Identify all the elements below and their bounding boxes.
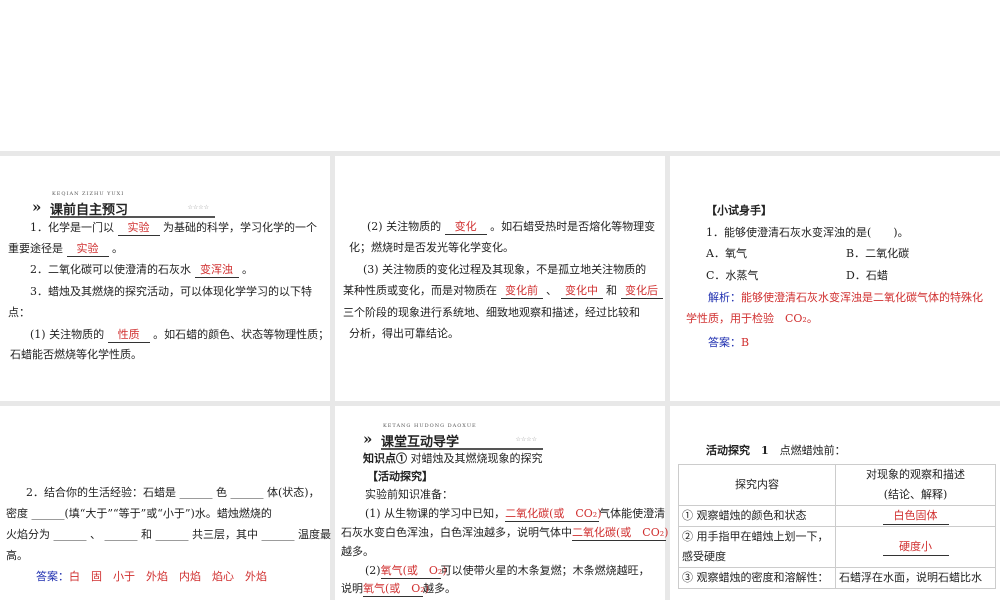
slide-preview-6[interactable]: 活动探究 1 点燃蜡烛前： 探究内容 对现象的观察和描述 (结论、解释) ① 观察蜡… xyxy=(670,406,1000,600)
q3-1-cont: 石蜡能否燃烧等化学性质。 xyxy=(10,348,142,361)
activity-title: 【活动探究】 xyxy=(367,470,433,483)
table-row: ② 用手指甲在蜡烛上划一下， 感受硬度 硬度小 xyxy=(678,526,996,568)
line4: 高。 xyxy=(6,549,28,562)
line2: 化；燃烧时是否发光等化学变化。 xyxy=(349,241,514,254)
option-b: B．二氧化碳 xyxy=(846,247,910,260)
table-row: ① 观察蜡烛的颜色和状态 白色固体 xyxy=(678,505,996,527)
analysis-cont: 学性质，用于检验 CO₂。 xyxy=(686,312,818,325)
section-title: 【小试身手】 xyxy=(706,204,772,217)
line6: 分析，得出可靠结论。 xyxy=(349,327,459,340)
section-header: » KETANG HUDONG DAOXUE 课堂互动导学 ☆☆☆☆ xyxy=(363,423,543,450)
analysis: 解析：能够使澄清石灰水变浑浊是二氧化碳气体的特殊化 xyxy=(708,291,983,304)
cell: 石蜡浮在水面，说明石蜡比水 xyxy=(835,567,996,589)
q1-line2: 重要途径是 实验 。 xyxy=(8,242,123,257)
table-header: 对现象的观察和描述 (结论、解释) xyxy=(835,464,996,506)
answer: 答案：B xyxy=(708,336,750,349)
chevron-icon: » xyxy=(32,198,42,216)
line5: 三个阶段的现象进行系统地、细致地观察和描述，经过比较和 xyxy=(343,306,640,319)
section-header: » KEQIAN ZIZHU YUXI 课前自主预习 ☆☆☆☆ xyxy=(32,191,215,218)
line2: 密度 ______(填“大于”“等于”或“小于”)水。蜡烛燃烧的 xyxy=(6,507,272,520)
line1: (1) 从生物课的学习中已知，二氧化碳(或 CO₂)气体能使澄清 xyxy=(365,507,666,522)
q1-line1: 1．化学是一门以 实验 为基础的科学，学习化学的一个 xyxy=(30,221,317,236)
header-pinyin: KEQIAN ZIZHU YUXI xyxy=(52,191,125,197)
knowledge-point: 知识点① 对蜡烛及其燃烧现象的探究 xyxy=(363,452,543,465)
option-d: D．石蜡 xyxy=(846,269,888,282)
stars: ☆☆☆☆ xyxy=(515,436,537,443)
line3: 越多。 xyxy=(341,545,374,558)
table-row: ③ 观察蜡烛的密度和溶解性： 石蜡浮在水面，说明石蜡比水 xyxy=(678,567,996,589)
slide-preview-4[interactable]: 2．结合你的生活经验：石蜡是 ______ 色 ______ 体(状态)， 密度… xyxy=(0,406,331,600)
q3-line1: 3．蜡烛及其燃烧的探究活动，可以体现化学学习的以下特 xyxy=(30,285,312,298)
chevron-icon: » xyxy=(363,430,373,448)
answer: 白色固体 xyxy=(882,508,949,525)
option-c: C．水蒸气 xyxy=(706,269,759,282)
header-pinyin: KETANG HUDONG DAOXUE xyxy=(383,423,477,429)
answer: 答案：白 固 小于 外焰 内焰 焰心 外焰 xyxy=(36,570,267,583)
prep: 实验前知识准备： xyxy=(365,488,453,501)
answer: 硬度小 xyxy=(882,539,949,556)
slide-preview-2[interactable]: (2) 关注物质的 变化 。如石蜡受热时是否熔化等物理变 化；燃烧时是否发光等化… xyxy=(335,156,665,401)
line4: (2)氧气(或 O₂)可以使带火星的木条复燃；木条燃烧越旺， xyxy=(365,564,650,579)
activity-title: 活动探究 1 点燃蜡烛前： xyxy=(706,444,846,457)
observation-table: 探究内容 对现象的观察和描述 (结论、解释) ① 观察蜡烛的颜色和状态 白色固体 ② … xyxy=(678,464,996,589)
cell: ① 观察蜡烛的颜色和状态 xyxy=(678,505,836,527)
q3-1: (1) 关注物质的 性质 。如石蜡的颜色、状态等物理性质； xyxy=(30,328,330,343)
question: 1．能够使澄清石灰水变浑浊的是( )。 xyxy=(706,226,909,239)
table-header: 探究内容 xyxy=(678,464,836,506)
stars: ☆☆☆☆ xyxy=(187,204,209,211)
line3: 火焰分为 ______ 、 ______ 和 ______ 共三层，其中 ___… xyxy=(6,528,331,541)
line1: 2．结合你的生活经验：石蜡是 ______ 色 ______ 体(状态)， xyxy=(26,486,320,499)
cell: ② 用手指甲在蜡烛上划一下， 感受硬度 xyxy=(678,526,836,568)
line2: 石灰水变白色浑浊，白色浑浊越多，说明气体中二氧化碳(或 CO₂) xyxy=(341,526,669,541)
q2: 2．二氧化碳可以使澄清的石灰水 变浑浊 。 xyxy=(30,263,253,278)
slide-preview-5[interactable]: » KETANG HUDONG DAOXUE 课堂互动导学 ☆☆☆☆ 知识点① … xyxy=(335,406,669,600)
line4: 某种性质或变化，而是对物质在 变化前 、 变化中 和 变化后 xyxy=(343,284,663,299)
cell: ③ 观察蜡烛的密度和溶解性： xyxy=(678,567,836,589)
slide-preview-1[interactable]: » KEQIAN ZIZHU YUXI 课前自主预习 ☆☆☆☆ 1．化学是一门以… xyxy=(0,156,330,401)
option-a: A．氧气 xyxy=(706,247,747,260)
line3: (3) 关注物质的变化过程及其现象，不是孤立地关注物质的 xyxy=(363,263,647,276)
line5: 说明氧气(或 O₂)越多。 xyxy=(341,582,456,597)
slide-preview-3[interactable]: 【小试身手】 1．能够使澄清石灰水变浑浊的是( )。 A．氧气 B．二氧化碳 C… xyxy=(670,156,1000,401)
line1: (2) 关注物质的 变化 。如石蜡受热时是否熔化等物理变 xyxy=(367,220,656,235)
q3-line2: 点： xyxy=(8,306,30,319)
